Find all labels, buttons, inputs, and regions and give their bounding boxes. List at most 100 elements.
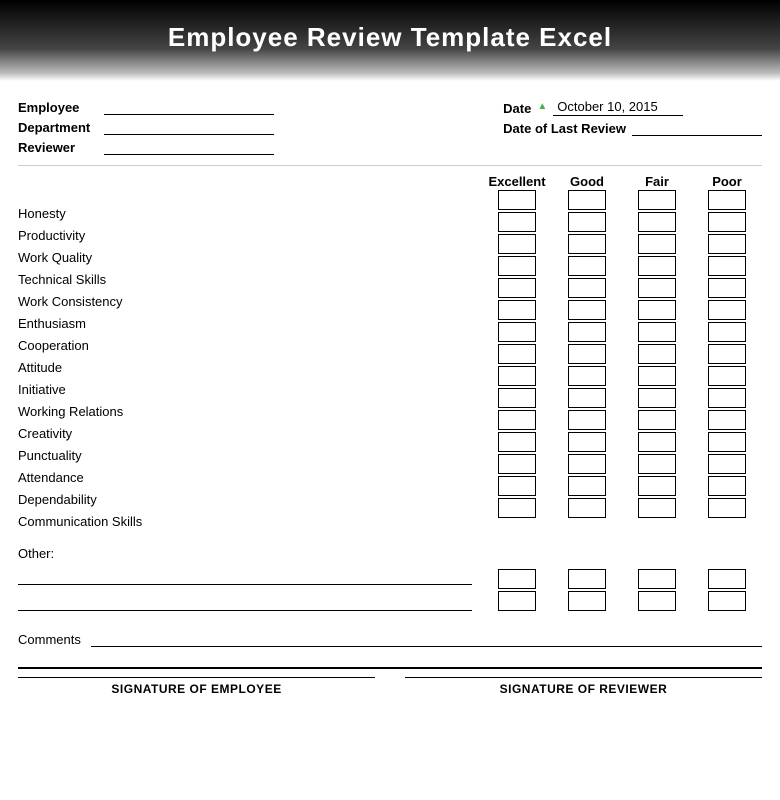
- other-lines: [18, 567, 472, 611]
- rating-box-fair-4[interactable]: [638, 278, 676, 298]
- rating-box-good-1[interactable]: [568, 212, 606, 232]
- rating-box-good-5[interactable]: [568, 300, 606, 320]
- rating-box-fair-1[interactable]: [638, 212, 676, 232]
- rating-box-excellent-1[interactable]: [498, 212, 536, 232]
- skill-name: Working Relations: [18, 404, 218, 419]
- rating-box-excellent-5[interactable]: [498, 300, 536, 320]
- rating-box-poor-9[interactable]: [708, 388, 746, 408]
- rating-box-poor-0[interactable]: [708, 190, 746, 210]
- employee-input[interactable]: [104, 99, 274, 115]
- skill-name: Dependability: [18, 492, 218, 507]
- comments-label: Comments: [18, 632, 81, 647]
- rating-box-excellent-10[interactable]: [498, 410, 536, 430]
- rating-box-good-11[interactable]: [568, 432, 606, 452]
- rating-box-fair-6[interactable]: [638, 322, 676, 342]
- rating-box-excellent-12[interactable]: [498, 454, 536, 474]
- page-header: Employee Review Template Excel: [0, 0, 780, 81]
- rating-box-excellent-8[interactable]: [498, 366, 536, 386]
- rating-box-excellent-3[interactable]: [498, 256, 536, 276]
- rating-box-fair-10[interactable]: [638, 410, 676, 430]
- rating-box-poor-14[interactable]: [708, 498, 746, 518]
- reviewer-input[interactable]: [104, 139, 274, 155]
- col-poor: Poor: [692, 174, 762, 189]
- skill-row: Initiative: [18, 378, 482, 400]
- skill-row: Attendance: [18, 466, 482, 488]
- rating-box-poor-4[interactable]: [708, 278, 746, 298]
- rating-box-poor-8[interactable]: [708, 366, 746, 386]
- rating-box-excellent-4[interactable]: [498, 278, 536, 298]
- rating-box-excellent-14[interactable]: [498, 498, 536, 518]
- rating-box-good-14[interactable]: [568, 498, 606, 518]
- comments-input[interactable]: [91, 629, 762, 647]
- rating-box-good-4[interactable]: [568, 278, 606, 298]
- last-review-input[interactable]: [632, 120, 762, 136]
- rating-box-fair-8[interactable]: [638, 366, 676, 386]
- rating-box-good-0[interactable]: [568, 190, 606, 210]
- rating-col-poor: [692, 189, 762, 519]
- rating-box-excellent-9[interactable]: [498, 388, 536, 408]
- date-label: Date: [503, 101, 531, 116]
- rating-box-good-7[interactable]: [568, 344, 606, 364]
- rating-box-good-6[interactable]: [568, 322, 606, 342]
- rating-box-poor-10[interactable]: [708, 410, 746, 430]
- rating-box-good-12[interactable]: [568, 454, 606, 474]
- other-line-1[interactable]: [18, 567, 472, 585]
- employee-sig-line: [18, 677, 375, 678]
- rating-box-poor-3[interactable]: [708, 256, 746, 276]
- skill-row: Work Consistency: [18, 290, 482, 312]
- rating-box-good-9[interactable]: [568, 388, 606, 408]
- other-box-fair-1[interactable]: [638, 569, 676, 589]
- other-box-good-2[interactable]: [568, 591, 606, 611]
- rating-box-excellent-13[interactable]: [498, 476, 536, 496]
- other-box-excellent-1[interactable]: [498, 569, 536, 589]
- rating-box-good-2[interactable]: [568, 234, 606, 254]
- rating-box-fair-14[interactable]: [638, 498, 676, 518]
- rating-box-excellent-6[interactable]: [498, 322, 536, 342]
- rating-box-poor-6[interactable]: [708, 322, 746, 342]
- rating-box-poor-13[interactable]: [708, 476, 746, 496]
- reviewer-row: Reviewer: [18, 139, 274, 155]
- other-line-2[interactable]: [18, 593, 472, 611]
- rating-box-good-8[interactable]: [568, 366, 606, 386]
- rating-box-poor-2[interactable]: [708, 234, 746, 254]
- other-col-good: [552, 569, 622, 611]
- other-box-poor-1[interactable]: [708, 569, 746, 589]
- rating-box-fair-7[interactable]: [638, 344, 676, 364]
- other-box-excellent-2[interactable]: [498, 591, 536, 611]
- rating-box-poor-12[interactable]: [708, 454, 746, 474]
- department-input[interactable]: [104, 119, 274, 135]
- rating-columns-container: Excellent Good Fair Poor: [482, 174, 762, 532]
- other-box-fair-2[interactable]: [638, 591, 676, 611]
- rating-box-poor-1[interactable]: [708, 212, 746, 232]
- rating-box-fair-5[interactable]: [638, 300, 676, 320]
- rating-box-excellent-7[interactable]: [498, 344, 536, 364]
- rating-box-poor-7[interactable]: [708, 344, 746, 364]
- header-spacer: [18, 174, 482, 202]
- rating-box-fair-12[interactable]: [638, 454, 676, 474]
- rating-box-poor-11[interactable]: [708, 432, 746, 452]
- signature-section: SIGNATURE OF EMPLOYEE SIGNATURE OF REVIE…: [18, 667, 762, 696]
- rating-box-excellent-11[interactable]: [498, 432, 536, 452]
- rating-box-good-3[interactable]: [568, 256, 606, 276]
- rating-box-fair-3[interactable]: [638, 256, 676, 276]
- rating-box-fair-0[interactable]: [638, 190, 676, 210]
- other-box-good-1[interactable]: [568, 569, 606, 589]
- rating-box-fair-11[interactable]: [638, 432, 676, 452]
- date-flag-icon: ▲: [537, 101, 547, 112]
- other-box-poor-2[interactable]: [708, 591, 746, 611]
- skill-name: Punctuality: [18, 448, 218, 463]
- rating-box-fair-2[interactable]: [638, 234, 676, 254]
- skill-name: Attendance: [18, 470, 218, 485]
- department-label: Department: [18, 120, 98, 135]
- rating-box-fair-13[interactable]: [638, 476, 676, 496]
- rating-box-good-13[interactable]: [568, 476, 606, 496]
- rating-box-fair-9[interactable]: [638, 388, 676, 408]
- rating-section: HonestyProductivityWork QualityTechnical…: [18, 174, 762, 532]
- employee-label: Employee: [18, 100, 98, 115]
- rating-box-excellent-2[interactable]: [498, 234, 536, 254]
- rating-box-excellent-0[interactable]: [498, 190, 536, 210]
- rating-box-poor-5[interactable]: [708, 300, 746, 320]
- other-section: Other:: [18, 546, 762, 611]
- other-col-excellent: [482, 569, 552, 611]
- rating-box-good-10[interactable]: [568, 410, 606, 430]
